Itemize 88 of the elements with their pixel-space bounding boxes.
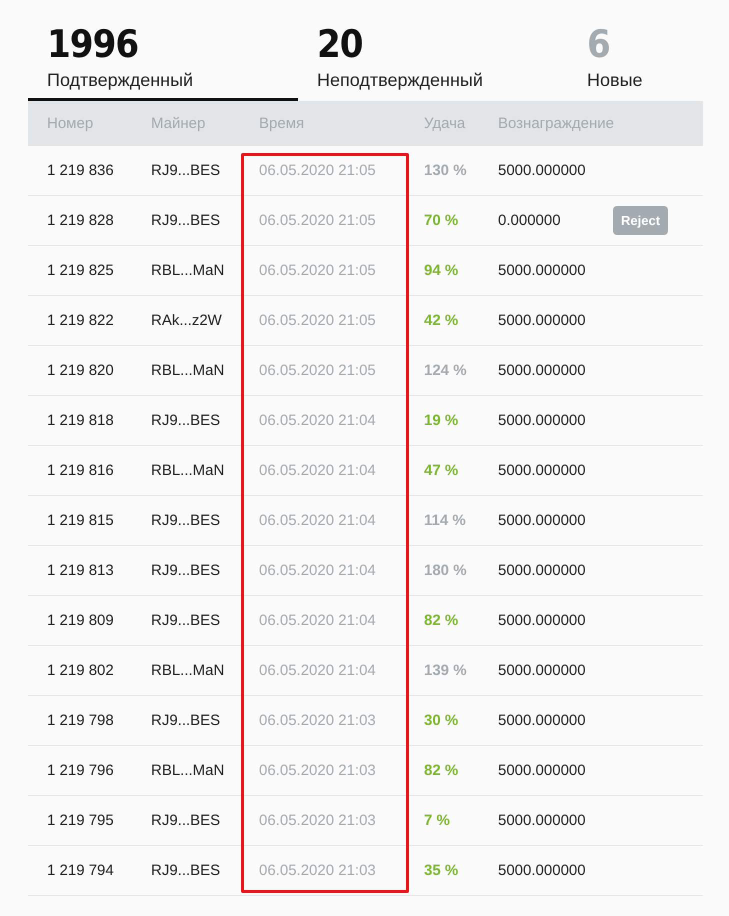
tab-count: 6 [587,21,610,68]
table-cell: 1 219 798 [47,712,114,729]
tab[interactable]: 6 Новые [568,20,703,101]
table-cell: 94 % [424,262,458,279]
table-cell: 5000.000000 [498,662,586,679]
table-cell: RJ9...BES [151,562,220,579]
table-cell: RJ9...BES [151,712,220,729]
table-cell: 7 % [424,812,450,829]
table-cell: 139 % [424,662,467,679]
table-cell: 1 219 802 [47,662,114,679]
table-cell: RBL...MaN [151,662,224,679]
table-cell: 06.05.2020 21:04 [259,412,376,429]
table-cell: 5000.000000 [498,512,586,529]
table-cell: 5000.000000 [498,612,586,629]
table-cell: 1 219 809 [47,612,114,629]
table-cell: 1 219 818 [47,412,114,429]
column-header: Время [259,115,304,132]
table-cell: 1 219 796 [47,762,114,779]
table-cell: 06.05.2020 21:05 [259,162,376,179]
table-cell: 1 219 815 [47,512,114,529]
table-cell: 5000.000000 [498,812,586,829]
table-cell: RJ9...BES [151,812,220,829]
column-header: Майнер [151,115,206,132]
table-cell: 130 % [424,162,467,179]
table-cell: RJ9...BES [151,212,220,229]
table-cell: RJ9...BES [151,512,220,529]
table-cell: 19 % [424,412,458,429]
table-cell: 5000.000000 [498,362,586,379]
table-cell: 180 % [424,562,467,579]
table-cell: 1 219 825 [47,262,114,279]
table-cell: 5000.000000 [498,712,586,729]
table-cell: 1 219 794 [47,862,114,879]
table-cell: 06.05.2020 21:05 [259,262,376,279]
table-cell: 06.05.2020 21:05 [259,212,376,229]
table-cell: 06.05.2020 21:04 [259,462,376,479]
table-cell: 1 219 813 [47,562,114,579]
table-cell: 1 219 820 [47,362,114,379]
table-cell: 82 % [424,612,458,629]
table-cell: RBL...MaN [151,262,224,279]
table-cell: 1 219 828 [47,212,114,229]
table-cell: 06.05.2020 21:05 [259,312,376,329]
table-cell: 06.05.2020 21:03 [259,812,376,829]
table-cell: 47 % [424,462,458,479]
table-cell: 1 219 795 [47,812,114,829]
column-header: Вознаграждение [498,115,614,132]
table-cell: 5000.000000 [498,412,586,429]
tab-count: 1996 [47,21,138,68]
table-cell: 5000.000000 [498,312,586,329]
table-cell: RBL...MaN [151,462,224,479]
tab[interactable]: 20 Неподтвержденный [298,20,568,101]
table-cell: 06.05.2020 21:03 [259,712,376,729]
tab-count: 20 [317,21,363,68]
table-cell: 35 % [424,862,458,879]
table-cell: 06.05.2020 21:04 [259,512,376,529]
table-cell: 5000.000000 [498,462,586,479]
table-cell: 114 % [424,512,466,529]
table-cell: 82 % [424,762,458,779]
column-header: Удача [424,115,466,132]
table-cell: 42 % [424,312,458,329]
tab-label: Подтвержденный [47,69,194,92]
table-cell: 1 219 822 [47,312,114,329]
tab-label: Новые [587,69,643,92]
table-cell: RJ9...BES [151,862,220,879]
table-cell: 06.05.2020 21:04 [259,662,376,679]
table-cell: 06.05.2020 21:04 [259,562,376,579]
table-cell: 1 219 816 [47,462,114,479]
table-cell: RJ9...BES [151,612,220,629]
table-cell: 70 % [424,212,458,229]
table-cell: RAk...z2W [151,312,222,329]
table-cell: 0.000000 [498,212,561,229]
tab-label: Неподтвержденный [317,69,483,92]
table-cell: RBL...MaN [151,762,224,779]
table-cell: 30 % [424,712,458,729]
table-cell: 1 219 836 [47,162,114,179]
table-cell: 06.05.2020 21:04 [259,612,376,629]
table-cell: 5000.000000 [498,862,586,879]
table-cell: RJ9...BES [151,162,220,179]
table-cell: 06.05.2020 21:03 [259,762,376,779]
table-cell: 124 % [424,362,467,379]
table-cell: 5000.000000 [498,562,586,579]
table-cell: 5000.000000 [498,162,586,179]
table-cell: RBL...MaN [151,362,224,379]
table-cell: 06.05.2020 21:03 [259,862,376,879]
table-cell: RJ9...BES [151,412,220,429]
table-cell: 06.05.2020 21:05 [259,362,376,379]
table-cell: 5000.000000 [498,762,586,779]
table-cell: 5000.000000 [498,262,586,279]
column-header: Номер [47,115,94,132]
